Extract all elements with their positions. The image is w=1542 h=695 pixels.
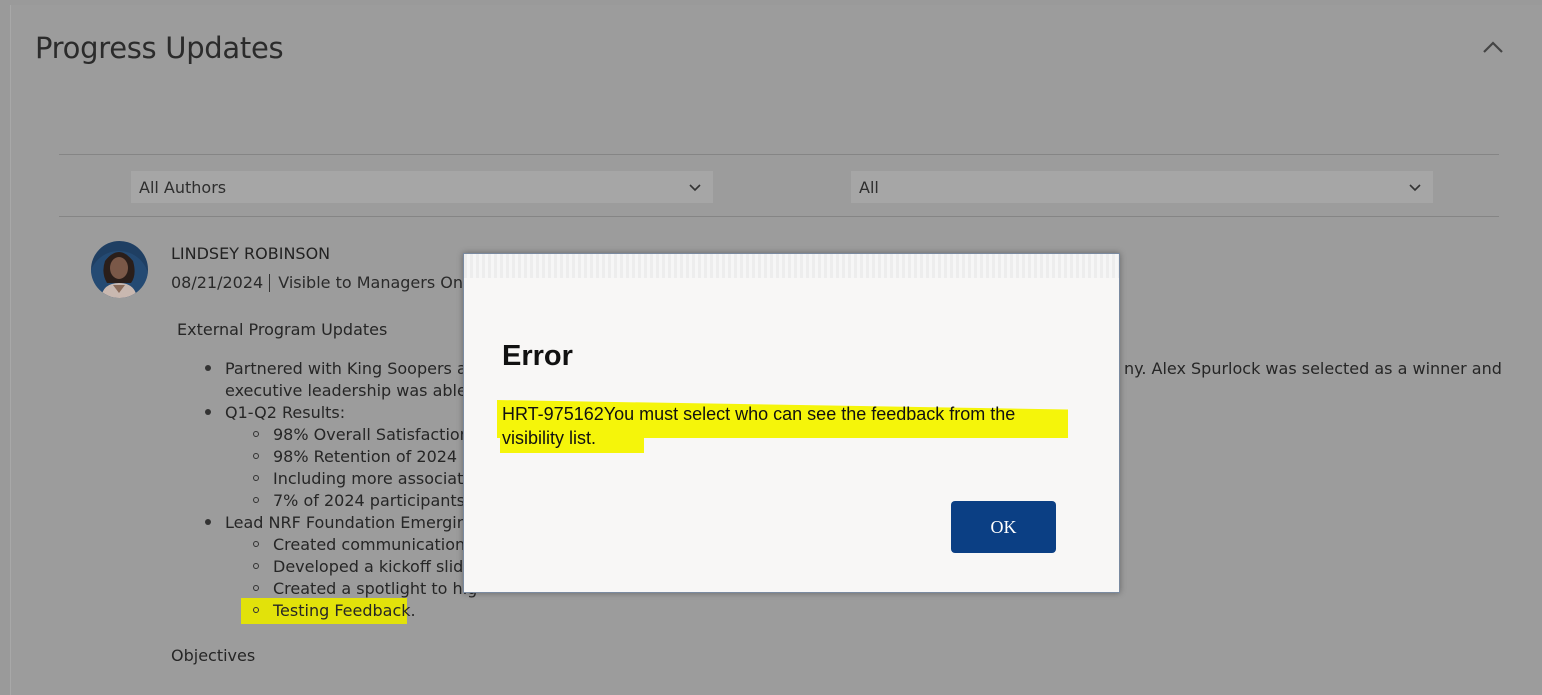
error-dialog: Error HRT-975162You must select who can … bbox=[463, 253, 1120, 593]
meta-separator bbox=[269, 273, 271, 292]
avatar bbox=[91, 241, 148, 298]
collapse-chevron-up-icon[interactable] bbox=[1479, 33, 1507, 61]
visibility-filter-select[interactable]: All bbox=[851, 171, 1433, 203]
list-item: Developed a kickoff slide bbox=[273, 557, 474, 576]
bullet bbox=[253, 453, 259, 459]
post-author: LINDSEY ROBINSON bbox=[171, 244, 331, 263]
post-date: 08/21/2024 bbox=[171, 273, 264, 292]
list-item-continued: executive leadership was able to bbox=[225, 381, 488, 400]
list-item: Including more associates bbox=[273, 469, 482, 488]
chevron-down-icon bbox=[689, 184, 701, 192]
ok-button[interactable]: OK bbox=[951, 501, 1056, 553]
bullet bbox=[253, 563, 259, 569]
list-item: Created a spotlight to hig bbox=[273, 579, 478, 598]
author-filter-value: All Authors bbox=[139, 177, 227, 197]
dialog-header-strip bbox=[464, 254, 1119, 278]
bullet bbox=[253, 497, 259, 503]
list-item-continued: ny. Alex Spurlock was selected as a winn… bbox=[1124, 359, 1502, 378]
post-meta: 08/21/2024 Visible to Managers Only bbox=[171, 273, 477, 292]
objectives-heading: Objectives bbox=[171, 646, 256, 665]
list-item-testing-feedback: Testing Feedback. bbox=[273, 601, 416, 620]
divider bbox=[59, 216, 1499, 217]
list-item: Partnered with King Soopers anc bbox=[225, 359, 486, 378]
author-filter-select[interactable]: All Authors bbox=[131, 171, 713, 203]
bullet bbox=[253, 475, 259, 481]
error-message: HRT-975162You must select who can see th… bbox=[502, 404, 1016, 448]
bullet bbox=[205, 409, 211, 415]
post-heading: External Program Updates bbox=[177, 320, 388, 339]
list-item: 7% of 2024 participants p bbox=[273, 491, 481, 510]
list-item: 98% Overall Satisfaction c bbox=[273, 425, 484, 444]
list-item: Lead NRF Foundation Emerging bbox=[225, 513, 478, 532]
bullet bbox=[253, 541, 259, 547]
visibility-filter-value: All bbox=[859, 177, 879, 197]
chevron-down-icon bbox=[1409, 184, 1421, 192]
bullet bbox=[253, 431, 259, 437]
divider bbox=[59, 154, 1499, 155]
bullet bbox=[253, 607, 259, 613]
list-item: Created communication f bbox=[273, 535, 476, 554]
dialog-title: Error bbox=[502, 340, 573, 372]
list-item: Q1-Q2 Results: bbox=[225, 403, 346, 422]
list-item: 98% Retention of 2024 Pa bbox=[273, 447, 481, 466]
page-title: Progress Updates bbox=[35, 31, 284, 65]
bullet bbox=[205, 519, 211, 525]
ok-button-label: OK bbox=[990, 516, 1017, 537]
post-visibility: Visible to Managers Only bbox=[278, 273, 477, 292]
bullet bbox=[253, 585, 259, 591]
bullet bbox=[205, 365, 211, 371]
